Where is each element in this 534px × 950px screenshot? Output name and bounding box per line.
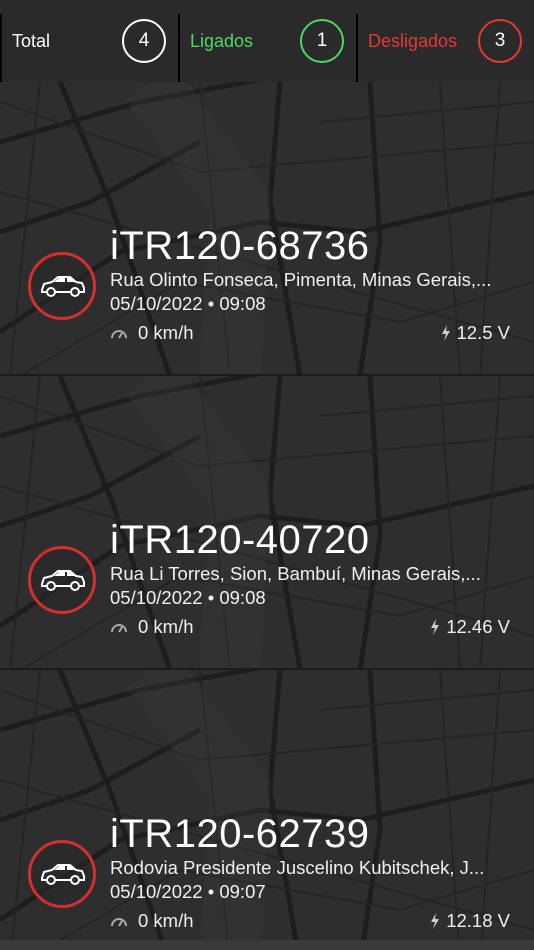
- voltage-value: 12.5 V: [456, 322, 511, 343]
- separator: [0, 14, 2, 82]
- speed-value: 0 km/h: [138, 322, 194, 343]
- vehicle-card[interactable]: iTR120-40720 Rua Li Torres, Sion, Bambuí…: [0, 376, 534, 670]
- speed-value: 0 km/h: [138, 910, 194, 931]
- voltage-value: 12.18 V: [446, 910, 510, 931]
- fleet-screen: Total 4 Ligados 1 Desligados 3 iTR120-68…: [0, 0, 534, 950]
- summary-off-count: 3: [478, 19, 522, 63]
- speedometer-icon: [111, 624, 127, 633]
- bolt-icon: [441, 325, 450, 341]
- vehicle-stats: 0 km/h 12.18 V: [110, 910, 510, 932]
- vehicle-card[interactable]: iTR120-68736 Rua Olinto Fonseca, Pimenta…: [0, 82, 534, 376]
- status-summary-bar: Total 4 Ligados 1 Desligados 3: [0, 0, 534, 82]
- voltage-readout: 12.18 V: [430, 910, 510, 932]
- vehicle-info: iTR120-40720 Rua Li Torres, Sion, Bambuí…: [110, 518, 510, 638]
- summary-on-label: Ligados: [190, 30, 254, 51]
- summary-total-count: 4: [122, 19, 166, 63]
- speed-readout: 0 km/h: [110, 910, 194, 932]
- vehicle-id: iTR120-62739: [110, 812, 370, 856]
- next-card-peek: [0, 940, 534, 950]
- vehicle-list: iTR120-68736 Rua Olinto Fonseca, Pimenta…: [0, 82, 534, 950]
- voltage-readout: 12.46 V: [430, 616, 510, 638]
- summary-total-label: Total: [12, 30, 51, 51]
- speed-readout: 0 km/h: [110, 616, 194, 638]
- summary-on-count: 1: [300, 19, 344, 63]
- vehicle-stats: 0 km/h 12.46 V: [110, 616, 510, 638]
- car-icon: [41, 276, 85, 297]
- summary-off[interactable]: Desligados 3: [356, 0, 534, 82]
- vehicle-datetime: 05/10/2022 • 09:08: [110, 293, 266, 314]
- vehicle-info: iTR120-68736 Rua Olinto Fonseca, Pimenta…: [110, 224, 510, 344]
- separator: [178, 14, 180, 82]
- status-badge: [28, 252, 96, 320]
- speedometer-icon: [111, 918, 127, 927]
- vehicle-datetime: 05/10/2022 • 09:07: [110, 881, 266, 902]
- status-badge: [28, 840, 96, 908]
- speed-readout: 0 km/h: [110, 322, 194, 344]
- summary-total[interactable]: Total 4: [0, 0, 178, 82]
- vehicle-datetime: 05/10/2022 • 09:08: [110, 587, 266, 608]
- speed-value: 0 km/h: [138, 616, 194, 637]
- voltage-readout: 12.5 V: [441, 322, 511, 344]
- summary-off-label: Desligados: [368, 30, 458, 51]
- speedometer-icon: [111, 330, 127, 339]
- vehicle-address: Rua Olinto Fonseca, Pimenta, Minas Gerai…: [110, 269, 492, 290]
- car-icon: [41, 864, 85, 885]
- vehicle-id: iTR120-40720: [110, 518, 370, 562]
- vehicle-info: iTR120-62739 Rodovia Presidente Juscelin…: [110, 812, 510, 932]
- vehicle-card[interactable]: iTR120-62739 Rodovia Presidente Juscelin…: [0, 670, 534, 950]
- summary-on[interactable]: Ligados 1: [178, 0, 356, 82]
- vehicle-address: Rua Li Torres, Sion, Bambuí, Minas Gerai…: [110, 563, 481, 584]
- separator: [356, 14, 358, 82]
- vehicle-stats: 0 km/h 12.5 V: [110, 322, 510, 344]
- vehicle-address: Rodovia Presidente Juscelino Kubitschek,…: [110, 857, 485, 878]
- status-badge: [28, 546, 96, 614]
- vehicle-id: iTR120-68736: [110, 224, 370, 268]
- bolt-icon: [431, 619, 440, 635]
- bolt-icon: [431, 913, 440, 929]
- car-icon: [41, 570, 85, 591]
- voltage-value: 12.46 V: [446, 616, 510, 637]
